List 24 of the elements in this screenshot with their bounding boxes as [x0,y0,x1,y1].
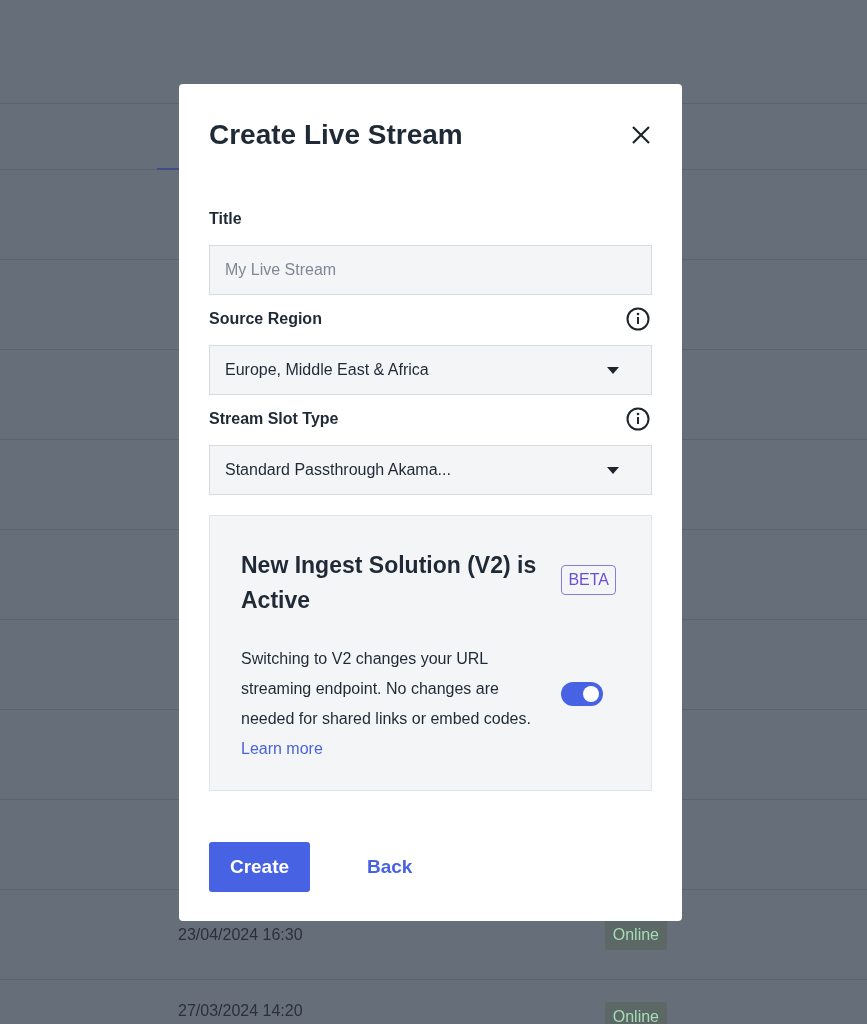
date-text: 23/04/2024 16:30 [178,925,303,944]
learn-more-link[interactable]: Learn more [241,734,323,764]
info-icon[interactable] [626,307,650,331]
dialog-title: Create Live Stream [209,119,463,151]
notice-text: Switching to V2 changes your URL streaming endpoint. No changes are needed for shared links or embed codes. Learn more [241,644,546,764]
toggle-switch[interactable] [561,682,603,706]
create-button[interactable]: Create [209,842,310,892]
notice-title: New Ingest Solution (V2) is Active [241,551,538,615]
field-label: Stream Slot Type [209,410,339,428]
back-button[interactable]: Back [340,842,440,892]
status-badge: Online [604,919,667,950]
dropdown[interactable]: Standard Passthrough Akama... [209,445,652,495]
close-icon [632,126,650,144]
info-icon[interactable] [626,407,650,431]
caret-icon [607,366,619,374]
field-label: Source Region [209,310,322,328]
status-badge: Online [604,1002,667,1024]
caret-icon [607,466,619,474]
field-label: Title [209,210,242,228]
dropdown[interactable]: Europe, Middle East & Africa [209,345,652,395]
beta-badge: BETA [561,565,616,595]
date-text: 27/03/2024 14:20 [178,1002,303,1020]
text-input[interactable]: My Live Stream [209,245,652,295]
close-button[interactable] [630,124,652,146]
